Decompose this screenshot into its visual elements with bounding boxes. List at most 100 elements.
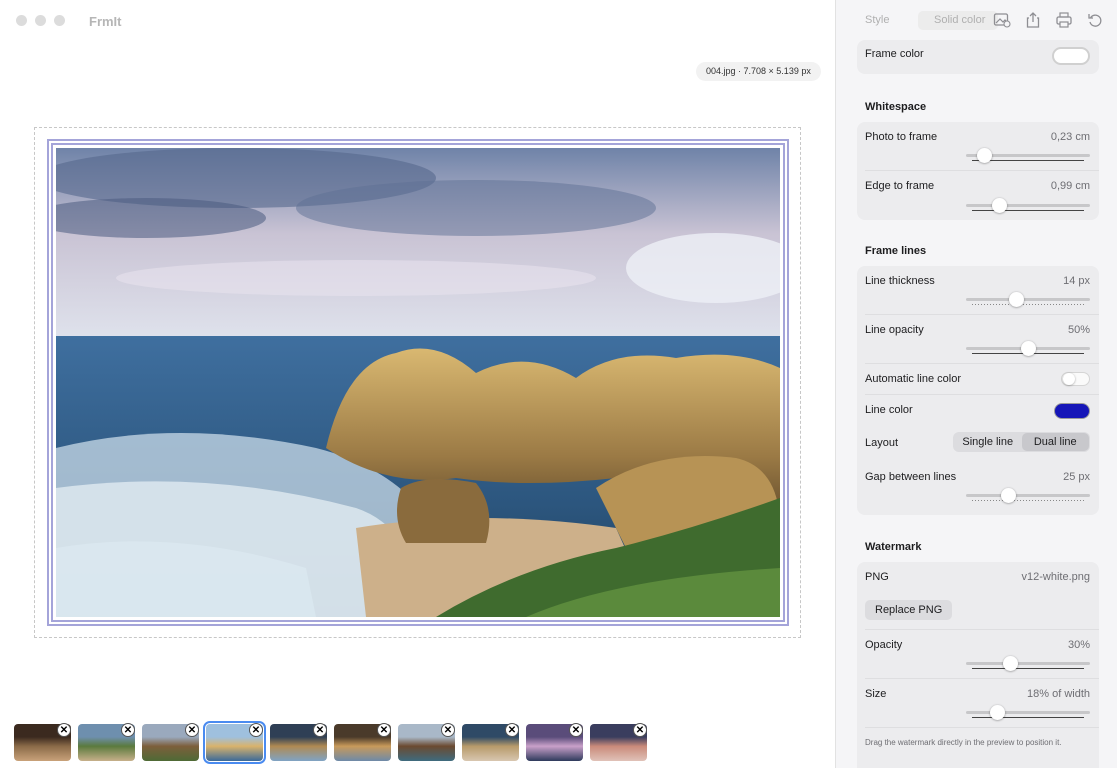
zoom-window-button[interactable] <box>54 15 65 26</box>
whitespace-card: Photo to frame 0,23 cm Edge to frame 0,9… <box>857 122 1099 220</box>
toolbar-icons <box>993 11 1104 29</box>
style-select[interactable]: Solid color <box>918 11 998 30</box>
line-thickness-value: 14 px <box>1063 275 1090 287</box>
print-icon[interactable] <box>1055 11 1073 29</box>
photo-to-frame-label: Photo to frame <box>865 131 938 143</box>
watermark-opacity-row: Opacity 30% <box>857 630 1099 679</box>
replace-png-row: Replace PNG <box>857 592 1099 630</box>
settings-sidebar: Style Solid color Frame color Whitespace <box>835 0 1117 768</box>
minimize-window-button[interactable] <box>35 15 46 26</box>
slider-knob[interactable] <box>989 705 1005 720</box>
slider-knob[interactable] <box>1003 656 1019 671</box>
line-color-label: Line color <box>865 404 913 416</box>
photo-to-frame-slider[interactable] <box>966 148 1090 163</box>
automatic-line-color-row: Automatic line color <box>857 364 1099 395</box>
watermark-opacity-label: Opacity <box>865 639 903 651</box>
watermark-size-row: Size 18% of width <box>857 679 1099 728</box>
thumbnail[interactable]: ✕ <box>590 723 647 761</box>
thumbnail[interactable]: ✕ <box>203 721 266 764</box>
photo-to-frame-value: 0,23 cm <box>1050 131 1090 143</box>
frame-color-swatch[interactable] <box>1052 47 1090 65</box>
gap-between-lines-value: 25 px <box>1063 471 1090 483</box>
line-opacity-label: Line opacity <box>865 324 924 336</box>
window-controls <box>16 15 65 26</box>
remove-thumbnail-icon[interactable]: ✕ <box>313 723 327 737</box>
frame-color-label: Frame color <box>865 48 924 60</box>
thumbnail[interactable]: ✕ <box>334 723 391 761</box>
automatic-line-color-toggle[interactable] <box>1061 372 1090 386</box>
line-color-row: Line color <box>857 395 1099 426</box>
image-settings-icon[interactable] <box>993 11 1011 29</box>
coastal-photo <box>56 148 780 617</box>
remove-thumbnail-icon[interactable]: ✕ <box>633 723 647 737</box>
close-window-button[interactable] <box>16 15 27 26</box>
line-opacity-value: 50% <box>1067 324 1090 336</box>
remove-thumbnail-icon[interactable]: ✕ <box>121 723 135 737</box>
remove-thumbnail-icon[interactable]: ✕ <box>185 723 199 737</box>
frame-lines-card: Line thickness 14 px Line opacity 50% Au… <box>857 266 1099 515</box>
png-label: PNG <box>865 571 889 583</box>
gap-between-lines-label: Gap between lines <box>865 471 957 483</box>
watermark-opacity-value: 30% <box>1067 639 1090 651</box>
line-thickness-slider[interactable] <box>966 292 1090 307</box>
edge-to-frame-slider[interactable] <box>966 198 1090 213</box>
edge-to-frame-value: 0,99 cm <box>1050 180 1090 192</box>
line-opacity-row: Line opacity 50% <box>857 315 1099 364</box>
line-color-swatch[interactable] <box>1054 403 1090 419</box>
share-icon[interactable] <box>1024 11 1042 29</box>
frame-lines-title: Frame lines <box>865 245 927 257</box>
gap-between-lines-row: Gap between lines 25 px <box>857 461 1099 515</box>
watermark-opacity-slider[interactable] <box>966 656 1090 671</box>
png-row: PNG v12-white.png <box>857 562 1099 592</box>
frame-color-row: Frame color <box>857 40 1099 74</box>
thumbnail-strip: ✕ ✕ ✕ ✕ ✕ ✕ ✕ ✕ ✕ ✕ <box>14 721 647 764</box>
line-thickness-row: Line thickness 14 px <box>857 266 1099 315</box>
watermark-hint: Drag the watermark directly in the previ… <box>865 738 1062 747</box>
line-opacity-slider[interactable] <box>966 341 1090 356</box>
photo-to-frame-row: Photo to frame 0,23 cm <box>857 122 1099 171</box>
layout-dual-line-option[interactable]: Dual line <box>1021 433 1089 451</box>
png-filename: v12-white.png <box>1021 571 1091 583</box>
main-area: FrmIt 004.jpg · 7.708 × 5.139 px ✕ ✕ ✕ ✕… <box>0 0 835 768</box>
line-thickness-label: Line thickness <box>865 275 935 287</box>
slider-knob[interactable] <box>1008 292 1024 307</box>
layout-segmented-control: Single line Dual line <box>953 432 1090 452</box>
reset-icon[interactable] <box>1086 11 1104 29</box>
edge-to-frame-label: Edge to frame <box>865 180 935 192</box>
file-info-badge: 004.jpg · 7.708 × 5.139 px <box>696 62 821 81</box>
replace-png-button[interactable]: Replace PNG <box>865 600 953 620</box>
layout-label: Layout <box>865 437 899 449</box>
remove-thumbnail-icon[interactable]: ✕ <box>505 723 519 737</box>
remove-thumbnail-icon[interactable]: ✕ <box>441 723 455 737</box>
app-title: FrmIt <box>89 14 122 29</box>
layout-single-line-option[interactable]: Single line <box>954 433 1022 451</box>
watermark-size-value: 18% of width <box>1027 688 1090 700</box>
watermark-size-slider[interactable] <box>966 705 1090 720</box>
remove-thumbnail-icon[interactable]: ✕ <box>249 723 263 737</box>
watermark-size-label: Size <box>865 688 887 700</box>
thumbnail[interactable]: ✕ <box>462 723 519 761</box>
thumbnail[interactable]: ✕ <box>526 723 583 761</box>
remove-thumbnail-icon[interactable]: ✕ <box>569 723 583 737</box>
slider-knob[interactable] <box>1000 488 1016 503</box>
slider-knob[interactable] <box>976 148 992 163</box>
remove-thumbnail-icon[interactable]: ✕ <box>377 723 391 737</box>
thumbnail[interactable]: ✕ <box>78 723 135 761</box>
slider-knob[interactable] <box>1020 341 1036 356</box>
remove-thumbnail-icon[interactable]: ✕ <box>57 723 71 737</box>
whitespace-title: Whitespace <box>865 101 927 113</box>
photo-preview[interactable] <box>56 148 780 617</box>
layout-row: Layout Single line Dual line <box>857 426 1099 461</box>
thumbnail[interactable]: ✕ <box>398 723 455 761</box>
frame-color-card: Frame color <box>857 40 1099 74</box>
watermark-title: Watermark <box>865 541 922 553</box>
automatic-line-color-label: Automatic line color <box>865 373 961 385</box>
sidebar-toolbar: Style Solid color <box>836 0 1117 40</box>
thumbnail[interactable]: ✕ <box>142 723 199 761</box>
style-label: Style <box>865 14 890 26</box>
thumbnail[interactable]: ✕ <box>270 723 327 761</box>
gap-between-lines-slider[interactable] <box>966 488 1090 503</box>
thumbnail[interactable]: ✕ <box>14 723 71 761</box>
watermark-card: PNG v12-white.png Replace PNG Opacity 30… <box>857 562 1099 768</box>
edge-to-frame-row: Edge to frame 0,99 cm <box>857 171 1099 220</box>
